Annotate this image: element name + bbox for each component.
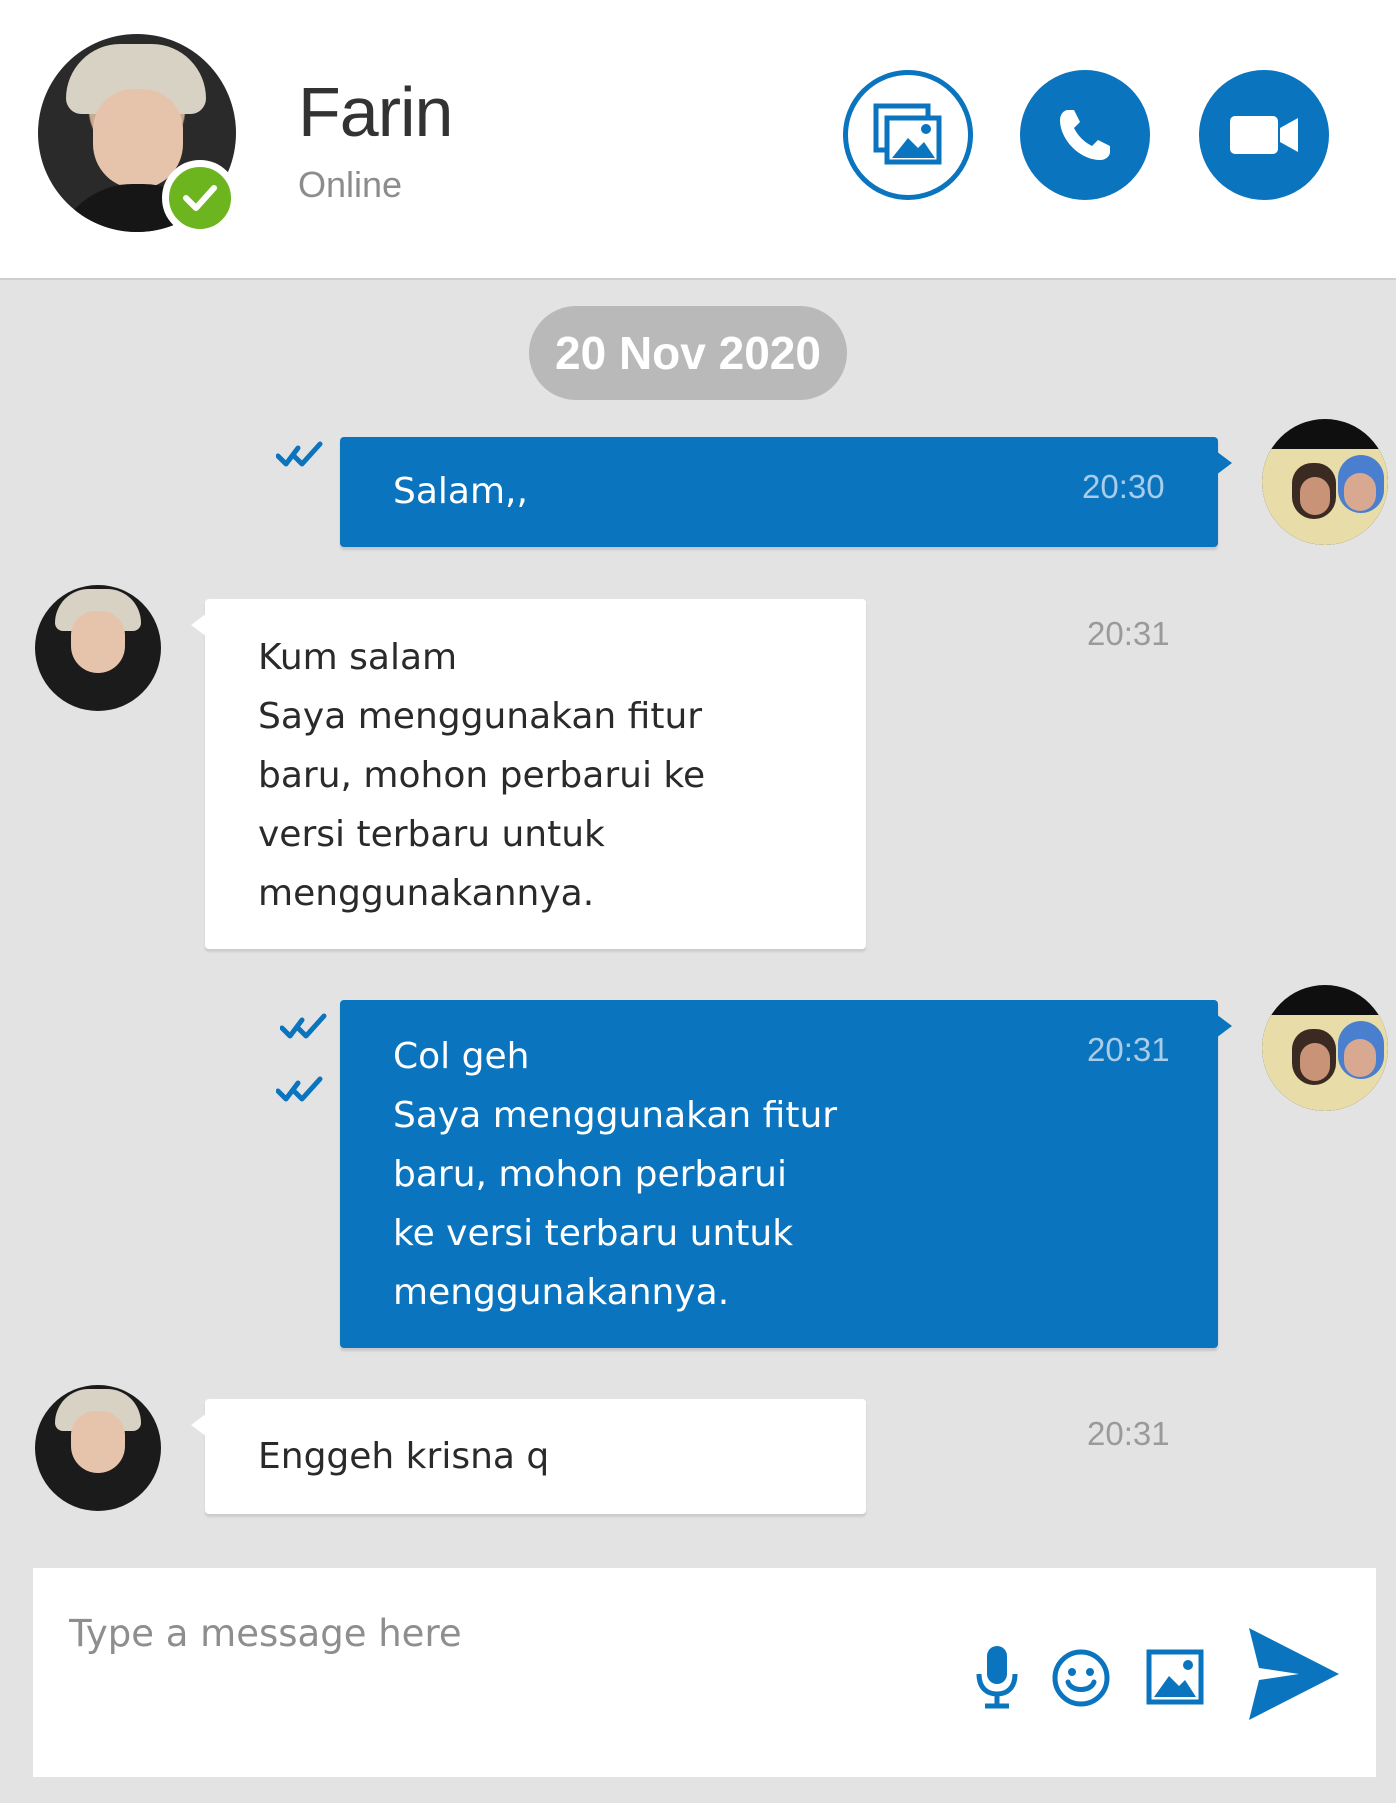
avatar-person-face [1300,1043,1330,1081]
avatar-face [71,611,125,673]
date-divider: 20 Nov 2020 [529,306,847,400]
bubble-tail [1216,1014,1232,1038]
voice-call-button[interactable] [1020,70,1150,200]
read-receipt-icon [280,1013,327,1039]
microphone-icon[interactable] [973,1642,1021,1712]
chat-header: Farin Online [0,0,1396,280]
read-receipt-icon [276,441,323,467]
gallery-button[interactable] [843,70,973,200]
image-icon[interactable] [1145,1648,1205,1706]
message-bubble-incoming[interactable]: Enggeh krisna q [191,1399,866,1514]
message-time: 20:31 [1087,1031,1170,1068]
phone-icon [1060,110,1110,160]
avatar-person-face [1344,1039,1376,1077]
video-call-button[interactable] [1199,70,1329,200]
online-check-icon [162,160,238,236]
avatar-face [71,1411,125,1473]
message-time: 20:31 [1087,1415,1170,1452]
contact-status: Online [298,164,403,205]
gallery-icon [873,103,942,165]
message-bubble-outgoing[interactable]: Salam,, 20:30 [340,437,1232,547]
emoji-icon[interactable] [1051,1648,1111,1708]
message-input[interactable] [69,1608,949,1658]
message-text: Enggeh krisna q [258,1436,550,1477]
contact-name: Farin [298,73,453,151]
message-text: Kum salam Saya menggunakan fitur baru, m… [258,637,706,914]
my-avatar[interactable] [1262,985,1388,1111]
read-receipt-icon [276,1076,323,1102]
message-text: Salam,, [393,471,528,512]
message-bubble-outgoing[interactable]: Col geh Saya menggunakan fitur baru, moh… [340,1000,1232,1348]
contact-avatar-small[interactable] [35,585,161,711]
message-time: 20:31 [1087,615,1170,652]
contact-avatar-small[interactable] [35,1385,161,1511]
my-avatar[interactable] [1262,419,1388,545]
bubble-tail [1216,451,1232,475]
video-camera-icon [1230,116,1298,154]
message-time: 20:30 [1082,468,1165,505]
bubble-tail [191,1413,207,1437]
message-text: Col geh Saya menggunakan fitur baru, moh… [393,1036,838,1313]
bubble-tail [191,613,207,637]
message-composer [33,1568,1376,1777]
send-icon[interactable] [1245,1624,1341,1724]
message-bubble-incoming[interactable]: Kum salam Saya menggunakan fitur baru, m… [191,599,866,949]
avatar-person-face [1300,477,1330,515]
avatar-person-face [1344,473,1376,511]
